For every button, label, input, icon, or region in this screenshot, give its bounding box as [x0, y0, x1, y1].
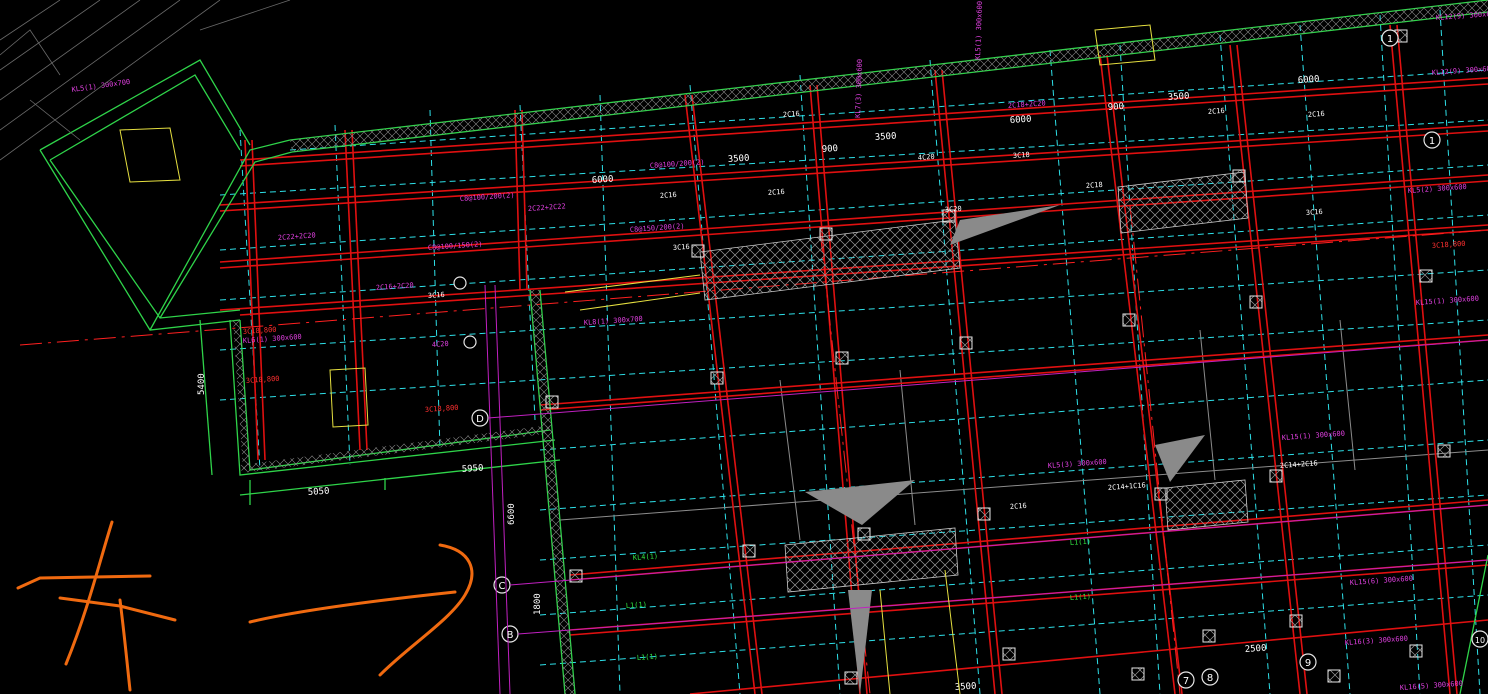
green-wall-outline	[39, 0, 1488, 694]
dim-3500-a: 3500	[728, 154, 750, 165]
beam-label: KL7(3) 300x600	[854, 59, 864, 118]
axis-label-1-a: 1	[1429, 136, 1435, 147]
rebar-label: 2C16	[1308, 110, 1325, 119]
axis-label-7: 7	[1183, 676, 1189, 687]
axis-labels: D C B 9 8 7 10 1 1	[476, 34, 1485, 687]
beam-label: KL15(1) 300x600	[1416, 295, 1480, 307]
orange-hand-markup	[16, 520, 474, 692]
rebar-label: 3C16	[428, 291, 445, 300]
axis-label-d: D	[476, 414, 484, 425]
dim-5400: 5400	[197, 373, 207, 395]
axis-label-8: 8	[1207, 673, 1213, 684]
dim-900-b: 900	[822, 144, 839, 155]
column-markers	[545, 29, 1451, 685]
dim-6000-c: 6000	[1298, 75, 1320, 86]
rebar-label: 2C16	[783, 110, 800, 119]
rebar-label: 2C16	[660, 191, 677, 200]
beam-label: 2C18+2C20	[1008, 99, 1046, 110]
rebar-label: 2C18	[1086, 181, 1103, 190]
beam-label: KL5(3) 300x600	[1048, 458, 1107, 470]
grey-hatch-topleft	[0, 0, 291, 161]
handwritten-character-stroke	[118, 598, 132, 692]
beam-label: 2C16+2C20	[376, 281, 414, 292]
rebar-label: 2C16	[1208, 107, 1225, 116]
axis-label-c: C	[499, 581, 506, 592]
dim-5050: 5050	[308, 487, 330, 498]
handwritten-character-stroke	[16, 574, 152, 590]
rebar-label: 3C20	[945, 205, 962, 214]
beam-label: KL4(1)	[633, 552, 659, 562]
handwritten-arrow-stroke	[248, 590, 457, 624]
dim-2500: 2500	[1245, 644, 1267, 655]
rebar-label: 3C16	[673, 243, 690, 252]
beam-label: L1(1)	[637, 653, 659, 662]
beam-label: KL15(1) 300x600	[1282, 430, 1346, 442]
dim-6000-b: 6000	[1010, 115, 1032, 126]
dim-900-a: 900	[1108, 102, 1125, 113]
beam-label: 2C22+2C22	[528, 202, 566, 213]
cad-drawing-viewport[interactable]: 5400 5050 5950 6000 6000 6000 3500 3500 …	[0, 0, 1488, 694]
beam-label: KL5(1) 300x600	[974, 1, 984, 60]
rebar-label: 3C18,800	[1432, 240, 1466, 250]
rebar-label: 2C14+1C16	[1108, 481, 1146, 492]
beam-label: C8@100/200(2)	[460, 191, 515, 203]
beam-label: KL5(2) 300x600	[1408, 183, 1467, 195]
beam-label: L1(1)	[1070, 538, 1092, 547]
beam-label: 2C22+2C20	[278, 231, 316, 242]
beam-label: L1(1)	[626, 601, 648, 610]
axis-label-b: B	[507, 630, 514, 641]
rebar-label: 2C16	[768, 188, 785, 197]
dim-3500-d: 3500	[955, 682, 977, 693]
beam-label: KL5(1) 300x700	[71, 78, 131, 94]
rebar-label: 3C18	[1013, 151, 1030, 160]
axis-label-1-b: 1	[1387, 34, 1393, 45]
rebar-label: 2C16	[1010, 502, 1027, 511]
axis-label-10: 10	[1475, 636, 1485, 645]
beam-label: KL16(3) 300x600	[1345, 635, 1409, 647]
rebar-label: 3C16	[1306, 208, 1323, 217]
handwritten-character-stroke	[58, 596, 177, 622]
rebar-label: 3C18,800	[425, 404, 459, 414]
rebar-label: 3C18,800	[246, 375, 280, 385]
beam-label: KL12(9) 300x600	[1432, 65, 1488, 77]
axis-label-9: 9	[1305, 658, 1311, 669]
rebar-label: 2C14+2C16	[1280, 459, 1318, 470]
dim-5950: 5950	[462, 464, 484, 475]
beam-label: 4C20	[432, 340, 449, 349]
dim-1800: 1800	[533, 593, 543, 615]
rebar-label: 4C20	[918, 153, 935, 162]
yellow-annotation-boxes	[119, 24, 1156, 694]
beam-label: L1(1)	[1070, 593, 1092, 602]
dim-3500-b: 3500	[875, 132, 897, 143]
beam-label: KL15(6) 300x600	[1350, 575, 1414, 587]
dim-6600: 6600	[507, 503, 517, 525]
dim-3500-c: 3500	[1168, 92, 1190, 103]
beam-label: KL16(5) 300x600	[1400, 680, 1464, 692]
handwritten-character-stroke	[64, 520, 114, 666]
structural-plan-drawing[interactable]: 5400 5050 5950 6000 6000 6000 3500 3500 …	[0, 0, 1488, 694]
handwritten-arrow-stroke	[378, 543, 474, 677]
dim-6000-a: 6000	[592, 175, 614, 186]
